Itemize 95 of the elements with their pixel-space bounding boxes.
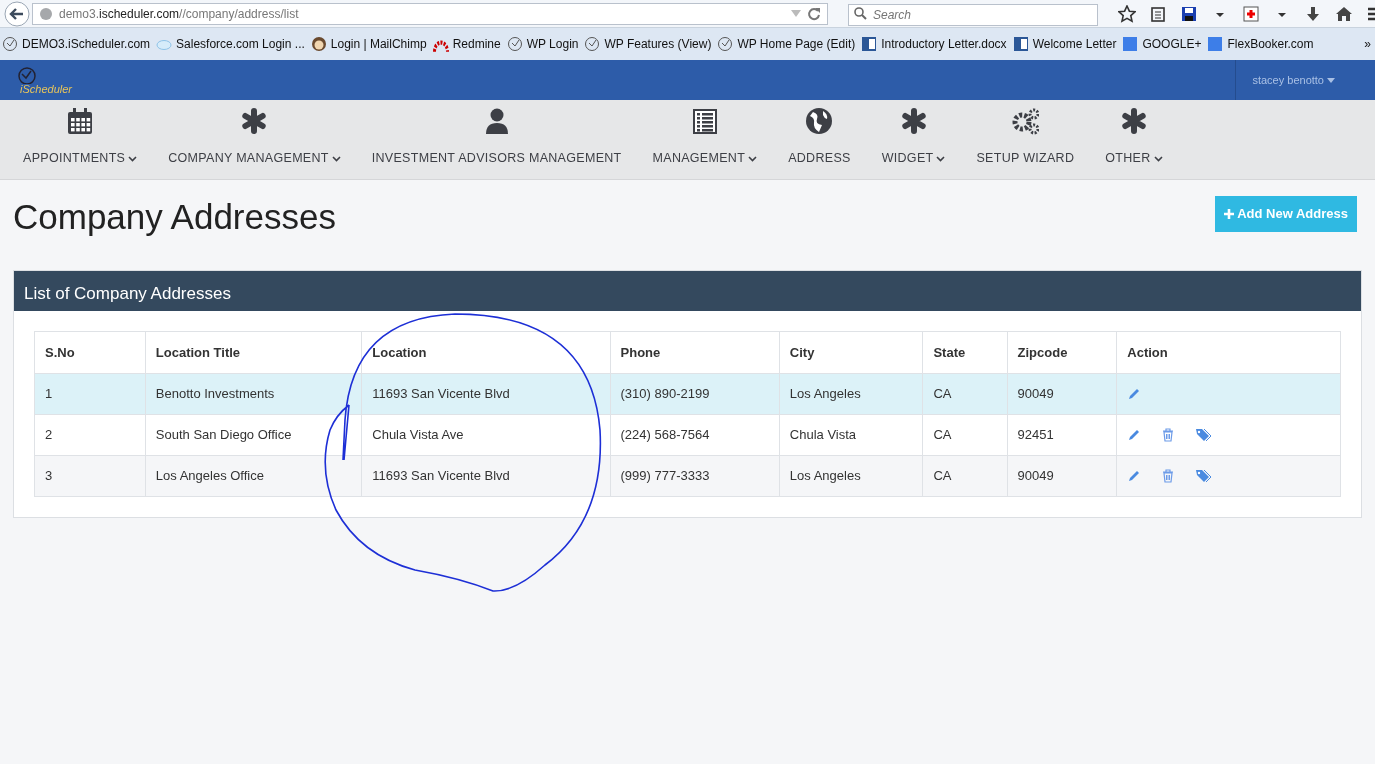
table-cell: Benotto Investments [145,373,362,415]
url-text: demo3.ischeduler.com//company/address/list [59,5,299,23]
document-icon [1012,36,1029,52]
chevron-down-icon [331,155,341,162]
page-title: Company Addresses [13,196,336,238]
table-cell: 11693 San Vicente Blvd [361,373,611,415]
table-cell: 2 [34,414,146,456]
calendar-icon [66,107,95,136]
chevron-down-icon [748,155,758,162]
chevron-down-icon [1153,155,1163,162]
bookmark-link[interactable]: Salesforce.com Login ... [176,35,305,53]
user-menu[interactable]: stacey benotto [1252,71,1324,89]
table-cell: South San Diego Office [145,414,362,456]
plus-icon [1224,208,1235,219]
bookmark-link[interactable]: Welcome Letter [1032,35,1117,53]
table-cell: 92451 [1007,414,1117,456]
chevron-down-icon [936,155,946,162]
nav-link[interactable]: ADDRESS [788,149,851,168]
column-header: Action [1116,331,1341,374]
table-cell: (310) 890-2199 [610,373,780,415]
asterisk-icon [899,107,928,136]
pencil-icon[interactable] [1127,469,1142,483]
clock-icon [506,36,523,52]
column-header: State [922,331,1008,374]
clipboard-icon[interactable] [1149,4,1167,23]
list-icon [690,107,719,136]
column-header: Location Title [145,331,362,374]
bookmark-link[interactable]: FlexBooker.com [1227,35,1314,53]
bookmark-link[interactable]: WP Home Page (Edit) [737,35,856,53]
table-cell: 3 [34,455,146,497]
clock-icon [584,36,601,52]
square-icon [1207,36,1224,52]
table-cell: 11693 San Vicente Blvd [361,455,611,497]
pencil-icon[interactable] [1127,387,1142,401]
caret-icon [1327,77,1335,83]
table-cell: CA [922,455,1008,497]
table-cell: Chula Vista Ave [361,414,611,456]
panel-header: List of Company Addresses [14,271,1361,311]
nav-link[interactable]: MANAGEMENT [652,149,746,168]
clock-logo-icon [16,65,38,84]
logo-text: iScheduler [20,83,72,95]
gears-icon [1011,107,1040,136]
bookmark-link[interactable]: Introductory Letter.docx [881,35,1007,53]
first-aid-icon[interactable] [1242,4,1260,23]
bookmark-link[interactable]: Redmine [452,35,501,53]
bookmark-link[interactable]: WP Features (View) [604,35,712,53]
table-cell: Los Angeles [779,373,923,415]
address-bar[interactable]: demo3.ischeduler.com//company/address/list [32,2,828,25]
document-icon [861,36,878,52]
column-header: Phone [610,331,780,374]
table-cell: CA [922,414,1008,456]
chevron-down-icon [128,155,138,162]
round-icon [310,36,327,52]
nav-link[interactable]: INVESTMENT ADVISORS MANAGEMENT [371,149,622,168]
pencil-icon[interactable] [1127,428,1142,442]
tag-icon[interactable] [1195,428,1213,442]
nav-link[interactable]: OTHER [1105,149,1151,168]
table-cell: Los Angeles [779,455,923,497]
nav-link[interactable]: COMPANY MANAGEMENT [168,149,329,168]
download-icon[interactable] [1304,4,1322,23]
column-header: City [779,331,923,374]
star-icon[interactable] [1118,4,1136,23]
asterisk-icon [240,107,269,136]
save-icon[interactable] [1180,4,1198,23]
table-cell: (999) 777-3333 [610,455,780,497]
asterisk-icon [1119,107,1148,136]
clock-icon [717,36,734,52]
table-cell: 90049 [1007,373,1117,415]
clock-icon [2,36,18,52]
table-cell: (224) 568-7564 [610,414,780,456]
reload-icon[interactable] [807,6,821,21]
bookmark-link[interactable]: Login | MailChimp [330,35,427,53]
overflow-chevron[interactable]: » [1364,35,1375,53]
back-icon[interactable] [4,0,30,27]
search-icon [854,6,867,20]
column-header: Location [361,331,611,374]
table-cell: 90049 [1007,455,1117,497]
trash-icon[interactable] [1161,428,1176,442]
nav-link[interactable]: WIDGET [881,149,934,168]
table-cell: Chula Vista [779,414,923,456]
bookmark-link[interactable]: GOOGLE+ [1142,35,1202,53]
nav-link[interactable]: APPOINTMENTS [23,149,126,168]
tag-icon[interactable] [1195,469,1213,483]
nav-link[interactable]: SETUP WIZARD [976,149,1075,168]
column-header: S.No [34,331,146,374]
home-icon[interactable] [1335,4,1353,23]
column-header: Zipcode [1007,331,1117,374]
table-cell: CA [922,373,1008,415]
table-cell: 1 [34,373,146,415]
table-cell: Los Angeles Office [145,455,362,497]
search-field[interactable]: Search [848,3,1098,26]
trash-icon[interactable] [1161,469,1176,483]
bookmark-link[interactable]: WP Login [526,35,579,53]
bookmark-link[interactable]: DEMO3.iScheduler.com [22,35,151,53]
square-icon [1122,36,1139,52]
